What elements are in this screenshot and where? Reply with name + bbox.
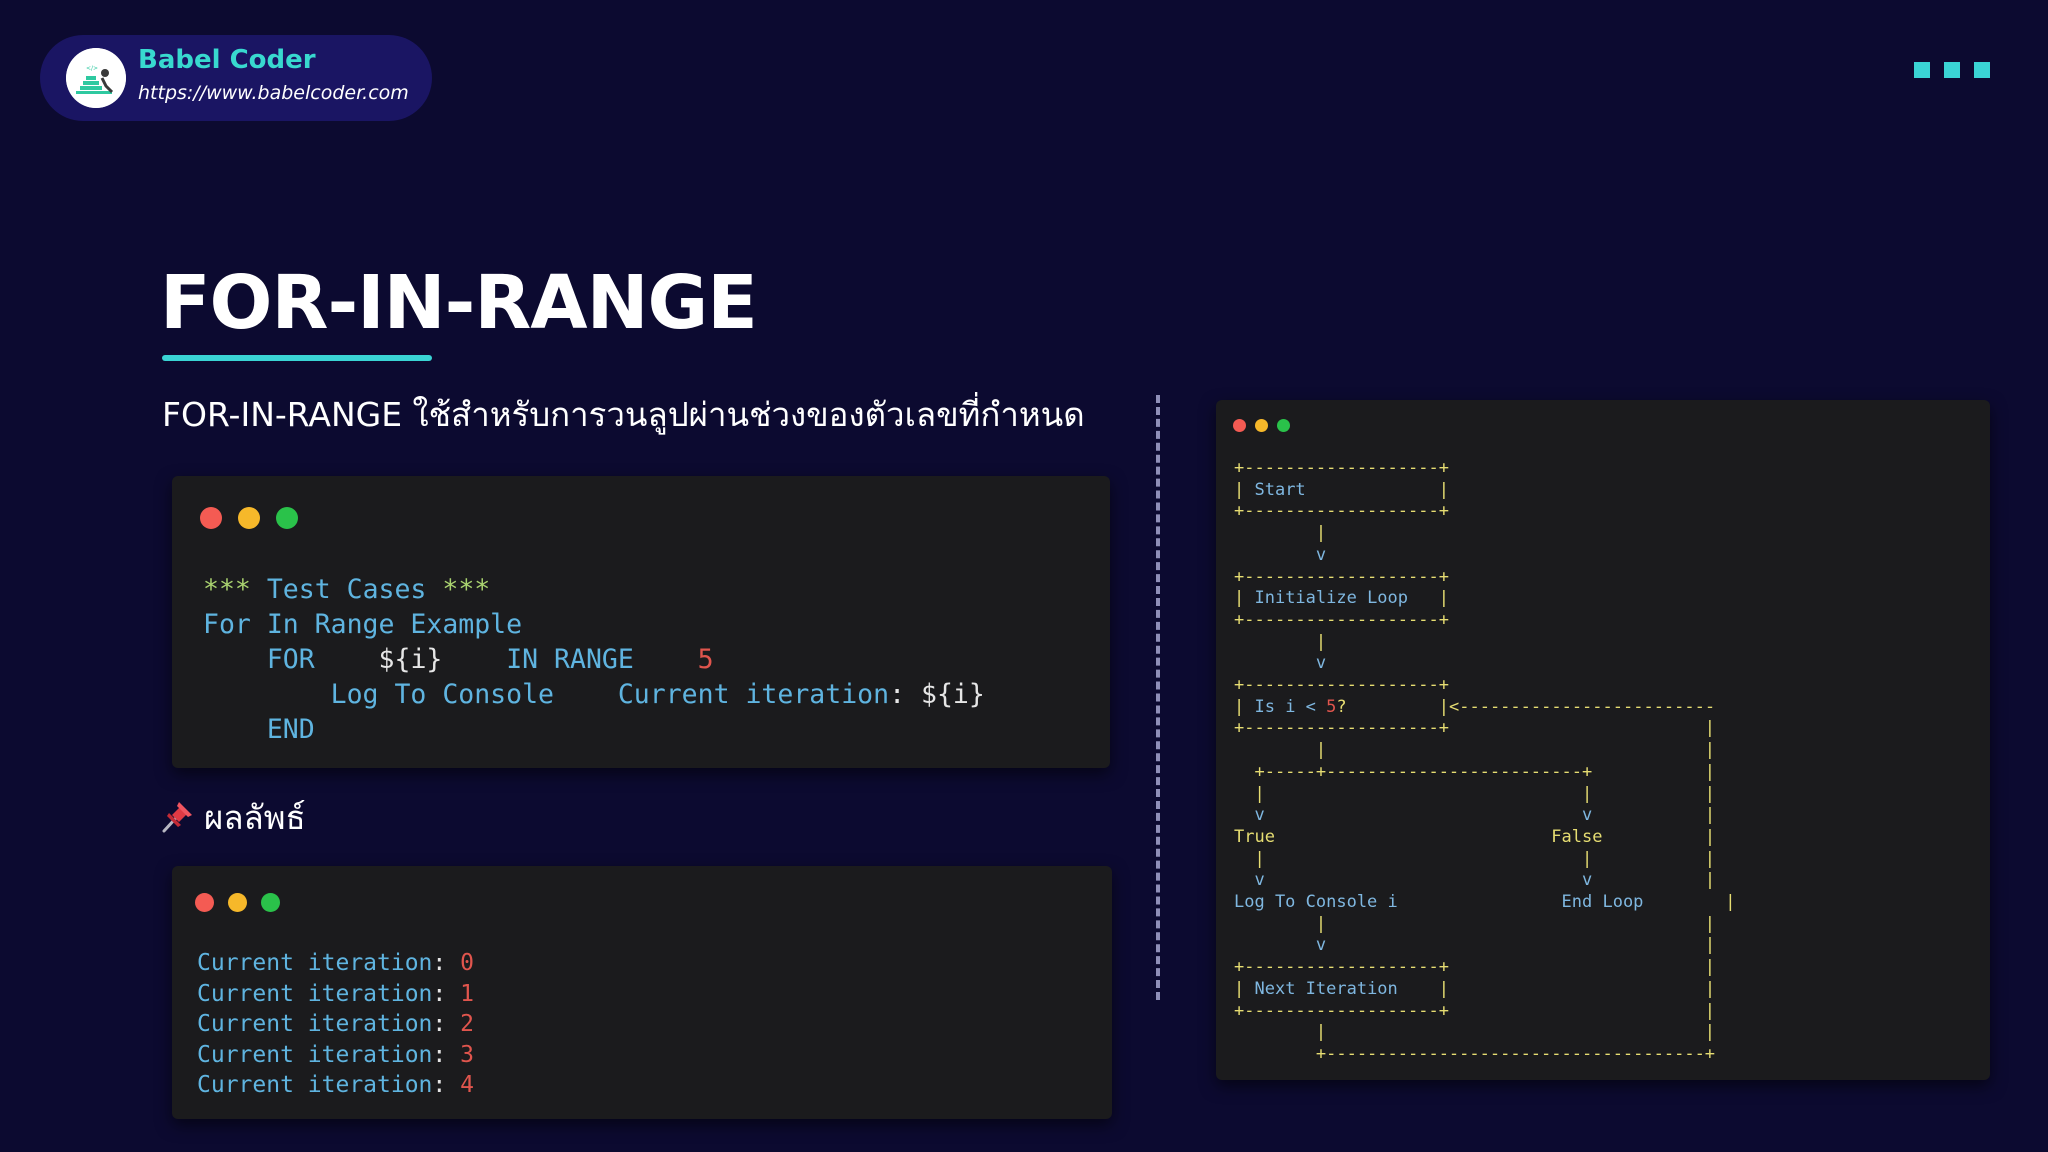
code-log-keyword: Log To Console [330, 679, 555, 710]
output-colon: : [432, 1011, 447, 1037]
output-colon: : [432, 1041, 447, 1068]
output-window: Current iteration: 0 Current iteration: … [172, 866, 1112, 1119]
code-stars: *** [442, 574, 491, 605]
output-text: Current iteration [197, 980, 433, 1007]
result-label: ผลลัพธ์ [204, 798, 306, 837]
flow-next: Next Iteration [1254, 978, 1398, 999]
flow-false: False [1551, 826, 1603, 847]
code-stars: *** [203, 574, 251, 605]
babel-coder-logo-icon: </> [66, 48, 126, 108]
output-value: 0 [460, 950, 474, 976]
code-log-variable: ${i} [921, 679, 985, 710]
flow-end: End Loop [1561, 892, 1644, 913]
output-text: Current iteration [197, 1072, 433, 1098]
flowchart-window: +-------------------+ | Start | +-------… [1216, 400, 1990, 1080]
page-title: FOR-IN-RANGE [160, 260, 758, 346]
output-value: 2 [460, 1011, 474, 1037]
window-maximize-dot-icon [261, 893, 280, 912]
window-close-dot-icon [1233, 419, 1246, 432]
output-text: Current iteration [197, 1011, 433, 1037]
code-range-end: 5 [697, 644, 714, 675]
menu-dots-icon [1914, 62, 1990, 80]
code-section-header: Test Cases [266, 574, 427, 605]
pushpin-icon [162, 802, 192, 833]
output-colon: : [432, 980, 447, 1007]
window-close-dot-icon [195, 893, 214, 912]
window-maximize-dot-icon [276, 507, 298, 529]
output-block: Current iteration: 0 Current iteration: … [197, 948, 474, 1101]
flow-start: Start [1254, 479, 1306, 500]
brand-url[interactable]: https://www.babelcoder.com [138, 82, 409, 104]
code-loop-variable: ${i} [378, 644, 443, 675]
flow-log: Log To Console i [1234, 892, 1398, 913]
output-value: 1 [460, 980, 474, 1007]
page-subtitle: FOR-IN-RANGE ใช้สำหรับการวนลูปผ่านช่วงขอ… [162, 395, 1085, 434]
output-colon: : [432, 950, 447, 976]
code-log-message: Current iteration [617, 679, 890, 710]
window-minimize-dot-icon [1255, 419, 1268, 432]
flow-init: Initialize Loop [1254, 588, 1409, 609]
window-close-dot-icon [200, 507, 222, 529]
output-value: 4 [460, 1072, 474, 1098]
title-underline [162, 355, 432, 361]
window-minimize-dot-icon [228, 893, 247, 912]
code-end-keyword: END [266, 714, 315, 745]
brand-name: Babel Coder [138, 45, 316, 75]
output-line: Current iteration: 1 [197, 981, 474, 1007]
output-text: Current iteration [197, 950, 433, 976]
flow-condition: Is i < [1254, 696, 1316, 717]
brand-badge[interactable]: </> Babel Coder https://www.babelcoder.c… [40, 35, 432, 121]
window-maximize-dot-icon [1277, 419, 1290, 432]
code-test-name: For In Range Example [203, 609, 523, 640]
svg-text:</>: </> [86, 65, 98, 72]
code-window: *** Test Cases *** For In Range Example … [172, 476, 1110, 768]
output-line: Current iteration: 3 [197, 1042, 474, 1068]
output-line: Current iteration: 4 [197, 1072, 474, 1098]
flow-true: True [1234, 826, 1275, 847]
output-value: 3 [460, 1041, 474, 1068]
code-for-keyword: FOR [266, 644, 315, 675]
window-minimize-dot-icon [238, 507, 260, 529]
code-block: *** Test Cases *** For In Range Example … [203, 572, 985, 747]
output-line: Current iteration: 0 [197, 950, 474, 976]
output-line: Current iteration: 2 [197, 1011, 474, 1037]
output-text: Current iteration [197, 1041, 433, 1068]
code-in-range-keyword: IN RANGE [506, 644, 634, 675]
code-colon: : [889, 679, 906, 710]
flow-condition-number: 5 [1326, 696, 1337, 717]
flowchart: +-------------------+ | Start | +-------… [1234, 458, 1736, 1064]
flow-condition-mark: ? [1336, 696, 1347, 717]
section-divider [1156, 395, 1160, 1000]
output-colon: : [432, 1072, 447, 1098]
